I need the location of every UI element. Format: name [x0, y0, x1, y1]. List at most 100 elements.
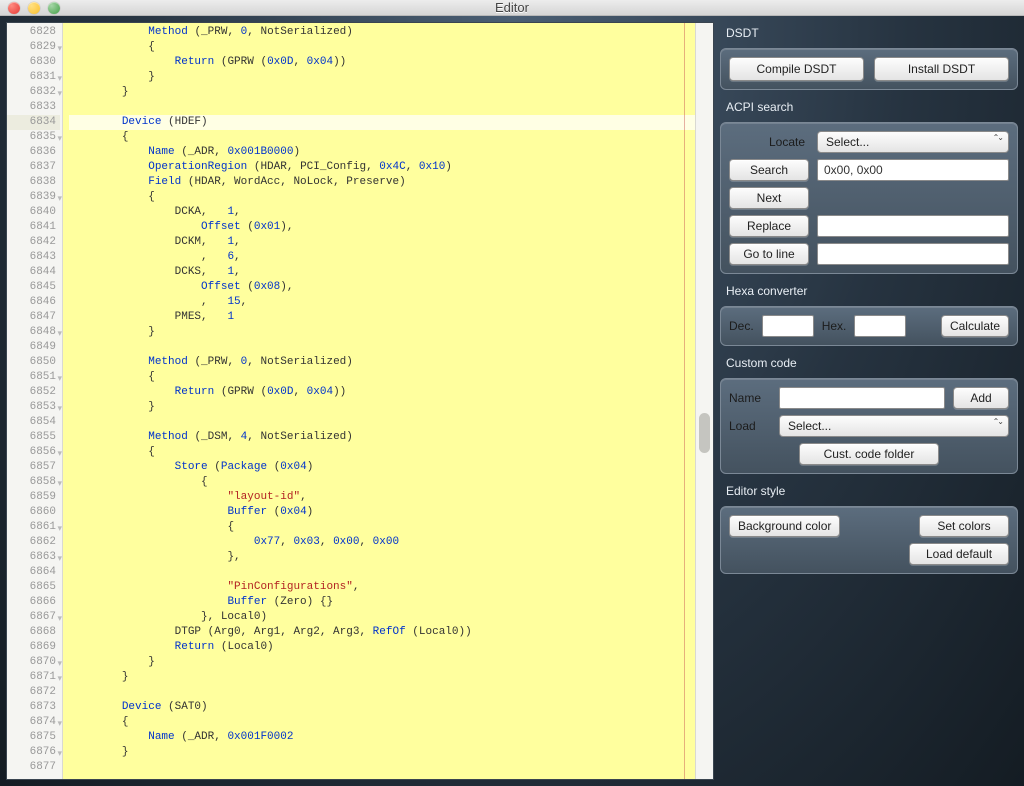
locate-select[interactable]: Select...: [817, 131, 1009, 153]
install-dsdt-button[interactable]: Install DSDT: [874, 57, 1009, 81]
code-line[interactable]: [69, 760, 707, 775]
custom-name-input[interactable]: [779, 387, 945, 409]
fold-icon[interactable]: ▾: [52, 132, 62, 142]
code-line[interactable]: {: [69, 370, 707, 385]
code-line[interactable]: OperationRegion (HDAR, PCI_Config, 0x4C,…: [69, 160, 707, 175]
code-line[interactable]: Method (_DSM, 4, NotSerialized): [69, 430, 707, 445]
code-line[interactable]: 0x77, 0x03, 0x00, 0x00: [69, 535, 707, 550]
code-line[interactable]: }, Local0): [69, 610, 707, 625]
code-line[interactable]: [69, 340, 707, 355]
code-line[interactable]: }: [69, 745, 707, 760]
fold-icon[interactable]: ▾: [52, 372, 62, 382]
compile-dsdt-button[interactable]: Compile DSDT: [729, 57, 864, 81]
fold-icon[interactable]: ▾: [52, 402, 62, 412]
code-line[interactable]: Method (_PRW, 0, NotSerialized): [69, 25, 707, 40]
fold-icon[interactable]: ▾: [52, 717, 62, 727]
load-select[interactable]: Select...: [779, 415, 1009, 437]
code-area[interactable]: Method (_PRW, 0, NotSerialized) { Return…: [63, 23, 713, 779]
search-input[interactable]: [817, 159, 1009, 181]
fold-icon[interactable]: ▾: [52, 477, 62, 487]
code-line[interactable]: },: [69, 550, 707, 565]
code-line[interactable]: DCKS, 1,: [69, 265, 707, 280]
code-line[interactable]: Return (GPRW (0x0D, 0x04)): [69, 55, 707, 70]
code-line[interactable]: }: [69, 655, 707, 670]
dec-input[interactable]: [762, 315, 814, 337]
code-line[interactable]: {: [69, 40, 707, 55]
vertical-scrollbar[interactable]: [695, 23, 713, 779]
line-number: 6843: [7, 250, 60, 265]
code-line[interactable]: [69, 565, 707, 580]
code-line[interactable]: DCKM, 1,: [69, 235, 707, 250]
code-line[interactable]: "PinConfigurations",: [69, 580, 707, 595]
fold-icon[interactable]: ▾: [52, 72, 62, 82]
fold-icon[interactable]: ▾: [52, 87, 62, 97]
code-line[interactable]: Name (_ADR, 0x001F0002: [69, 730, 707, 745]
hex-input[interactable]: [854, 315, 906, 337]
code-line[interactable]: [69, 415, 707, 430]
line-number: 6838: [7, 175, 60, 190]
fold-icon[interactable]: ▾: [52, 447, 62, 457]
load-default-button[interactable]: Load default: [909, 543, 1009, 565]
gotoline-input[interactable]: [817, 243, 1009, 265]
code-line[interactable]: }: [69, 70, 707, 85]
code-line[interactable]: DTGP (Arg0, Arg1, Arg2, Arg3, RefOf (Loc…: [69, 625, 707, 640]
close-icon[interactable]: [8, 2, 20, 14]
set-colors-button[interactable]: Set colors: [919, 515, 1009, 537]
bg-color-button[interactable]: Background color: [729, 515, 840, 537]
code-line[interactable]: "layout-id",: [69, 490, 707, 505]
code-line[interactable]: Device (HDEF): [69, 115, 707, 130]
right-margin-line: [684, 23, 685, 779]
code-line[interactable]: Buffer (0x04): [69, 505, 707, 520]
fold-icon[interactable]: ▾: [52, 192, 62, 202]
code-line[interactable]: [69, 685, 707, 700]
fold-icon[interactable]: ▾: [52, 327, 62, 337]
gotoline-button[interactable]: Go to line: [729, 243, 809, 265]
code-line[interactable]: Return (Local0): [69, 640, 707, 655]
code-line[interactable]: {: [69, 475, 707, 490]
code-folder-button[interactable]: Cust. code folder: [799, 443, 939, 465]
scroll-thumb[interactable]: [699, 413, 710, 453]
fold-icon[interactable]: ▾: [52, 612, 62, 622]
replace-button[interactable]: Replace: [729, 215, 809, 237]
calculate-button[interactable]: Calculate: [941, 315, 1009, 337]
code-line[interactable]: {: [69, 445, 707, 460]
code-line[interactable]: {: [69, 190, 707, 205]
code-editor[interactable]: 68286829▾68306831▾6832▾683368346835▾6836…: [6, 22, 714, 780]
code-line[interactable]: {: [69, 520, 707, 535]
code-line[interactable]: [69, 100, 707, 115]
code-line[interactable]: Store (Package (0x04): [69, 460, 707, 475]
fold-icon[interactable]: ▾: [52, 657, 62, 667]
code-line[interactable]: Device (SAT0): [69, 700, 707, 715]
code-line[interactable]: {: [69, 130, 707, 145]
code-line[interactable]: {: [69, 715, 707, 730]
line-number: 6845: [7, 280, 60, 295]
minimize-icon[interactable]: [28, 2, 40, 14]
fold-icon[interactable]: ▾: [52, 672, 62, 682]
code-line[interactable]: , 6,: [69, 250, 707, 265]
code-line[interactable]: Field (HDAR, WordAcc, NoLock, Preserve): [69, 175, 707, 190]
next-button[interactable]: Next: [729, 187, 809, 209]
code-line[interactable]: }: [69, 85, 707, 100]
code-line[interactable]: Method (_PRW, 0, NotSerialized): [69, 355, 707, 370]
code-line[interactable]: PMES, 1: [69, 310, 707, 325]
code-line[interactable]: Buffer (Zero) {}: [69, 595, 707, 610]
maximize-icon[interactable]: [48, 2, 60, 14]
fold-icon[interactable]: ▾: [52, 522, 62, 532]
fold-icon[interactable]: ▾: [52, 747, 62, 757]
fold-icon[interactable]: ▾: [52, 552, 62, 562]
fold-icon[interactable]: ▾: [52, 42, 62, 52]
line-number: 6828: [7, 25, 60, 40]
code-line[interactable]: Return (GPRW (0x0D, 0x04)): [69, 385, 707, 400]
add-button[interactable]: Add: [953, 387, 1009, 409]
code-line[interactable]: }: [69, 400, 707, 415]
code-line[interactable]: Offset (0x01),: [69, 220, 707, 235]
code-line[interactable]: DCKA, 1,: [69, 205, 707, 220]
line-number: 6840: [7, 205, 60, 220]
replace-input[interactable]: [817, 215, 1009, 237]
code-line[interactable]: Offset (0x08),: [69, 280, 707, 295]
code-line[interactable]: Name (_ADR, 0x001B0000): [69, 145, 707, 160]
code-line[interactable]: }: [69, 325, 707, 340]
code-line[interactable]: }: [69, 670, 707, 685]
code-line[interactable]: , 15,: [69, 295, 707, 310]
search-button[interactable]: Search: [729, 159, 809, 181]
